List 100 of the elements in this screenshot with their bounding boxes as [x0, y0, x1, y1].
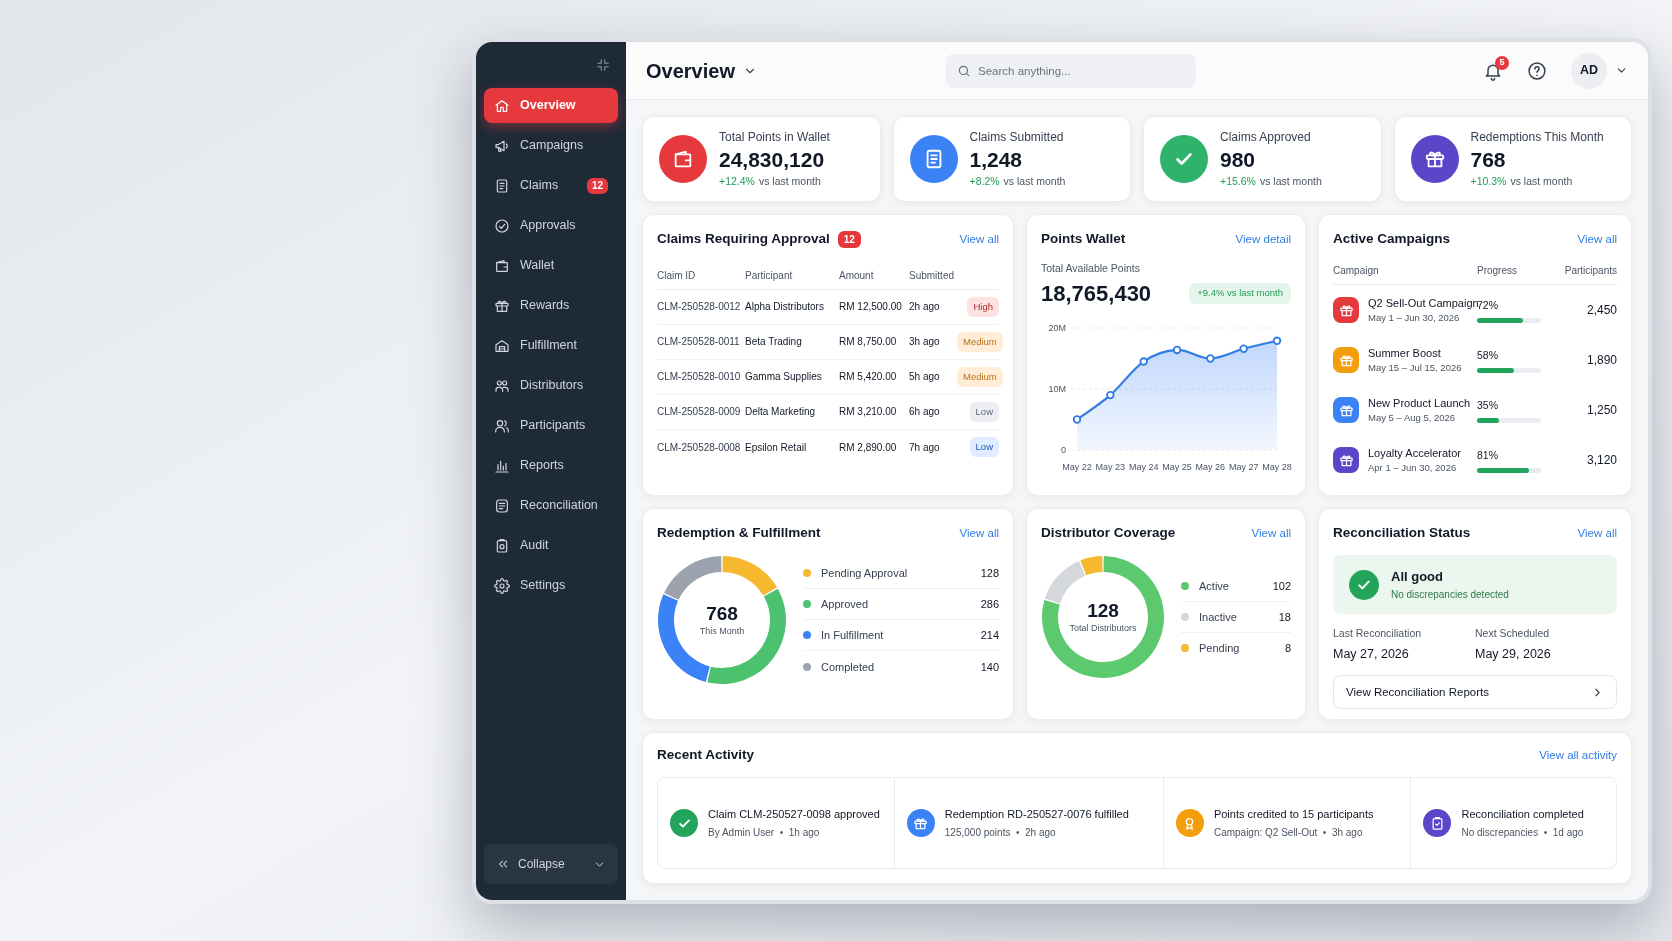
legend-label: Active — [1199, 578, 1229, 594]
sidebar-item[interactable]: Fulfillment — [484, 328, 618, 363]
progress-value: 35% — [1477, 397, 1499, 413]
sidebar-item[interactable]: Claims 12 — [484, 168, 618, 203]
people-icon — [494, 377, 510, 394]
sidebar-item[interactable]: Audit — [484, 528, 618, 563]
status-title: All good — [1391, 568, 1444, 587]
column-header: Amount — [839, 261, 909, 290]
legend-value: 140 — [980, 659, 999, 675]
clipboard-icon — [494, 537, 510, 554]
change-pill: +9.4% vs last month — [1189, 283, 1291, 304]
shrink-icon[interactable] — [596, 58, 610, 72]
donut-caption: Total Distributors — [1069, 622, 1137, 636]
change-value: +10.3% — [1470, 174, 1507, 190]
count-badge: 12 — [837, 230, 861, 248]
change-note: vs last month — [1259, 174, 1322, 190]
change-note: vs last month — [1510, 174, 1573, 190]
activity-meta: No discrepancies • 1d ago — [1461, 825, 1584, 840]
card-title: Active Campaigns — [1333, 230, 1451, 248]
stat-value: 18,765,430 — [1041, 280, 1152, 308]
stat-value: 980 — [1220, 147, 1257, 174]
document-list-icon — [494, 497, 510, 514]
card-title: Redemption & Fulfillment — [657, 524, 821, 542]
sidebar-item[interactable]: Rewards — [484, 288, 618, 323]
legend-label: Pending Approval — [821, 566, 908, 581]
priority-tag: Low — [969, 401, 999, 422]
campaign-name: Q2 Sell-Out Campaign — [1368, 295, 1477, 311]
priority-tag: Medium — [957, 366, 1003, 387]
column-header: Participants — [1563, 264, 1617, 279]
count-badge: 12 — [586, 177, 608, 194]
field-value: May 29, 2026 — [1475, 645, 1552, 663]
sidebar-item[interactable]: Reports — [484, 448, 618, 483]
data-point — [1139, 357, 1148, 366]
sidebar-item[interactable]: Approvals — [484, 208, 618, 243]
activity-title: Redemption RD-250527-0076 fulfilled — [944, 807, 1129, 823]
legend-value: 18 — [1278, 609, 1291, 625]
view-all-link[interactable]: View all — [1251, 524, 1291, 542]
reports-button[interactable]: View Reconciliation Reports — [1333, 675, 1617, 710]
axis-label: May 26 — [1195, 462, 1226, 472]
view-all-link[interactable]: View all — [959, 524, 999, 542]
collapse-button[interactable]: Collapse — [484, 844, 618, 884]
view-all-link[interactable]: View all — [1577, 524, 1617, 542]
table-cell: 7h ago — [909, 429, 957, 465]
sidebar-item[interactable]: Participants — [484, 408, 618, 443]
card-title: Recent Activity — [657, 746, 755, 764]
sidebar-item[interactable]: Wallet — [484, 248, 618, 283]
sidebar-item[interactable]: Settings — [484, 568, 618, 603]
donut-caption: This Month — [699, 625, 745, 639]
table-cell: RM 8,750.00 — [839, 324, 909, 360]
change-value: +12.4% — [719, 174, 755, 190]
page-title: Overview — [646, 58, 735, 84]
progress-value: 72% — [1477, 297, 1499, 313]
sidebar-item[interactable]: Distributors — [484, 368, 618, 403]
view-all-link[interactable]: View all activity — [1539, 746, 1617, 764]
stat-label: Redemptions This Month — [1470, 129, 1604, 147]
table-cell: CLM-250528-0011 — [657, 324, 745, 360]
status-note: No discrepancies detected — [1391, 587, 1509, 602]
stat-value: 1,248 — [969, 147, 1024, 174]
legend-value: 102 — [1272, 578, 1291, 594]
card-title: Points Wallet — [1041, 230, 1126, 248]
stat-label: Claims Submitted — [969, 129, 1065, 147]
table-cell: RM 5,420.00 — [839, 359, 909, 395]
sidebar-item[interactable]: Overview — [484, 88, 618, 123]
participants-count: 1,250 — [1585, 402, 1617, 420]
participants-count: 3,120 — [1585, 452, 1617, 470]
axis-label: May 23 — [1095, 462, 1126, 472]
search-field[interactable]: Search anything... — [946, 53, 1196, 88]
axis-label: May 27 — [1228, 462, 1259, 472]
sidebar-item[interactable]: Reconciliation — [484, 488, 618, 523]
double-chevron-icon — [496, 857, 510, 871]
activity-title: Reconciliation completed — [1461, 807, 1584, 823]
table-cell: Gamma Supplies — [745, 359, 839, 395]
warehouse-icon — [494, 337, 510, 354]
home-icon — [494, 97, 510, 114]
view-all-link[interactable]: View all — [1577, 230, 1617, 248]
view-all-link[interactable]: View all — [959, 230, 999, 248]
axis-label: 0 — [1061, 445, 1066, 455]
help-icon[interactable] — [1527, 60, 1547, 81]
data-point — [1072, 415, 1082, 424]
table-cell: CLM-250528-0010 — [657, 359, 745, 395]
change-value: +15.6% — [1220, 174, 1256, 190]
legend-label: Completed — [821, 659, 875, 675]
view-detail-link[interactable]: View detail — [1235, 230, 1291, 248]
search-icon — [957, 63, 971, 78]
table-cell: 5h ago — [909, 359, 957, 395]
table-cell: CLM-250528-0008 — [657, 429, 745, 465]
axis-label: May 22 — [1062, 462, 1092, 472]
sidebar-item[interactable]: Campaigns — [484, 128, 618, 163]
table-cell: Beta Trading — [745, 324, 839, 360]
legend-label: Pending — [1199, 641, 1240, 656]
user-avatar[interactable]: AD — [1571, 52, 1607, 89]
campaign-name: Loyalty Accelerator — [1368, 445, 1461, 461]
data-point — [1239, 344, 1248, 353]
table-cell: Delta Marketing — [745, 394, 839, 430]
donut-total: 768 — [706, 601, 738, 626]
legend-value: 8 — [1284, 641, 1291, 656]
legend-value: 214 — [980, 628, 999, 643]
legend-label: Inactive — [1199, 609, 1237, 625]
campaign-dates: May 1 – Jun 30, 2026 — [1368, 311, 1461, 326]
change-value: +8.2% — [969, 174, 1000, 190]
